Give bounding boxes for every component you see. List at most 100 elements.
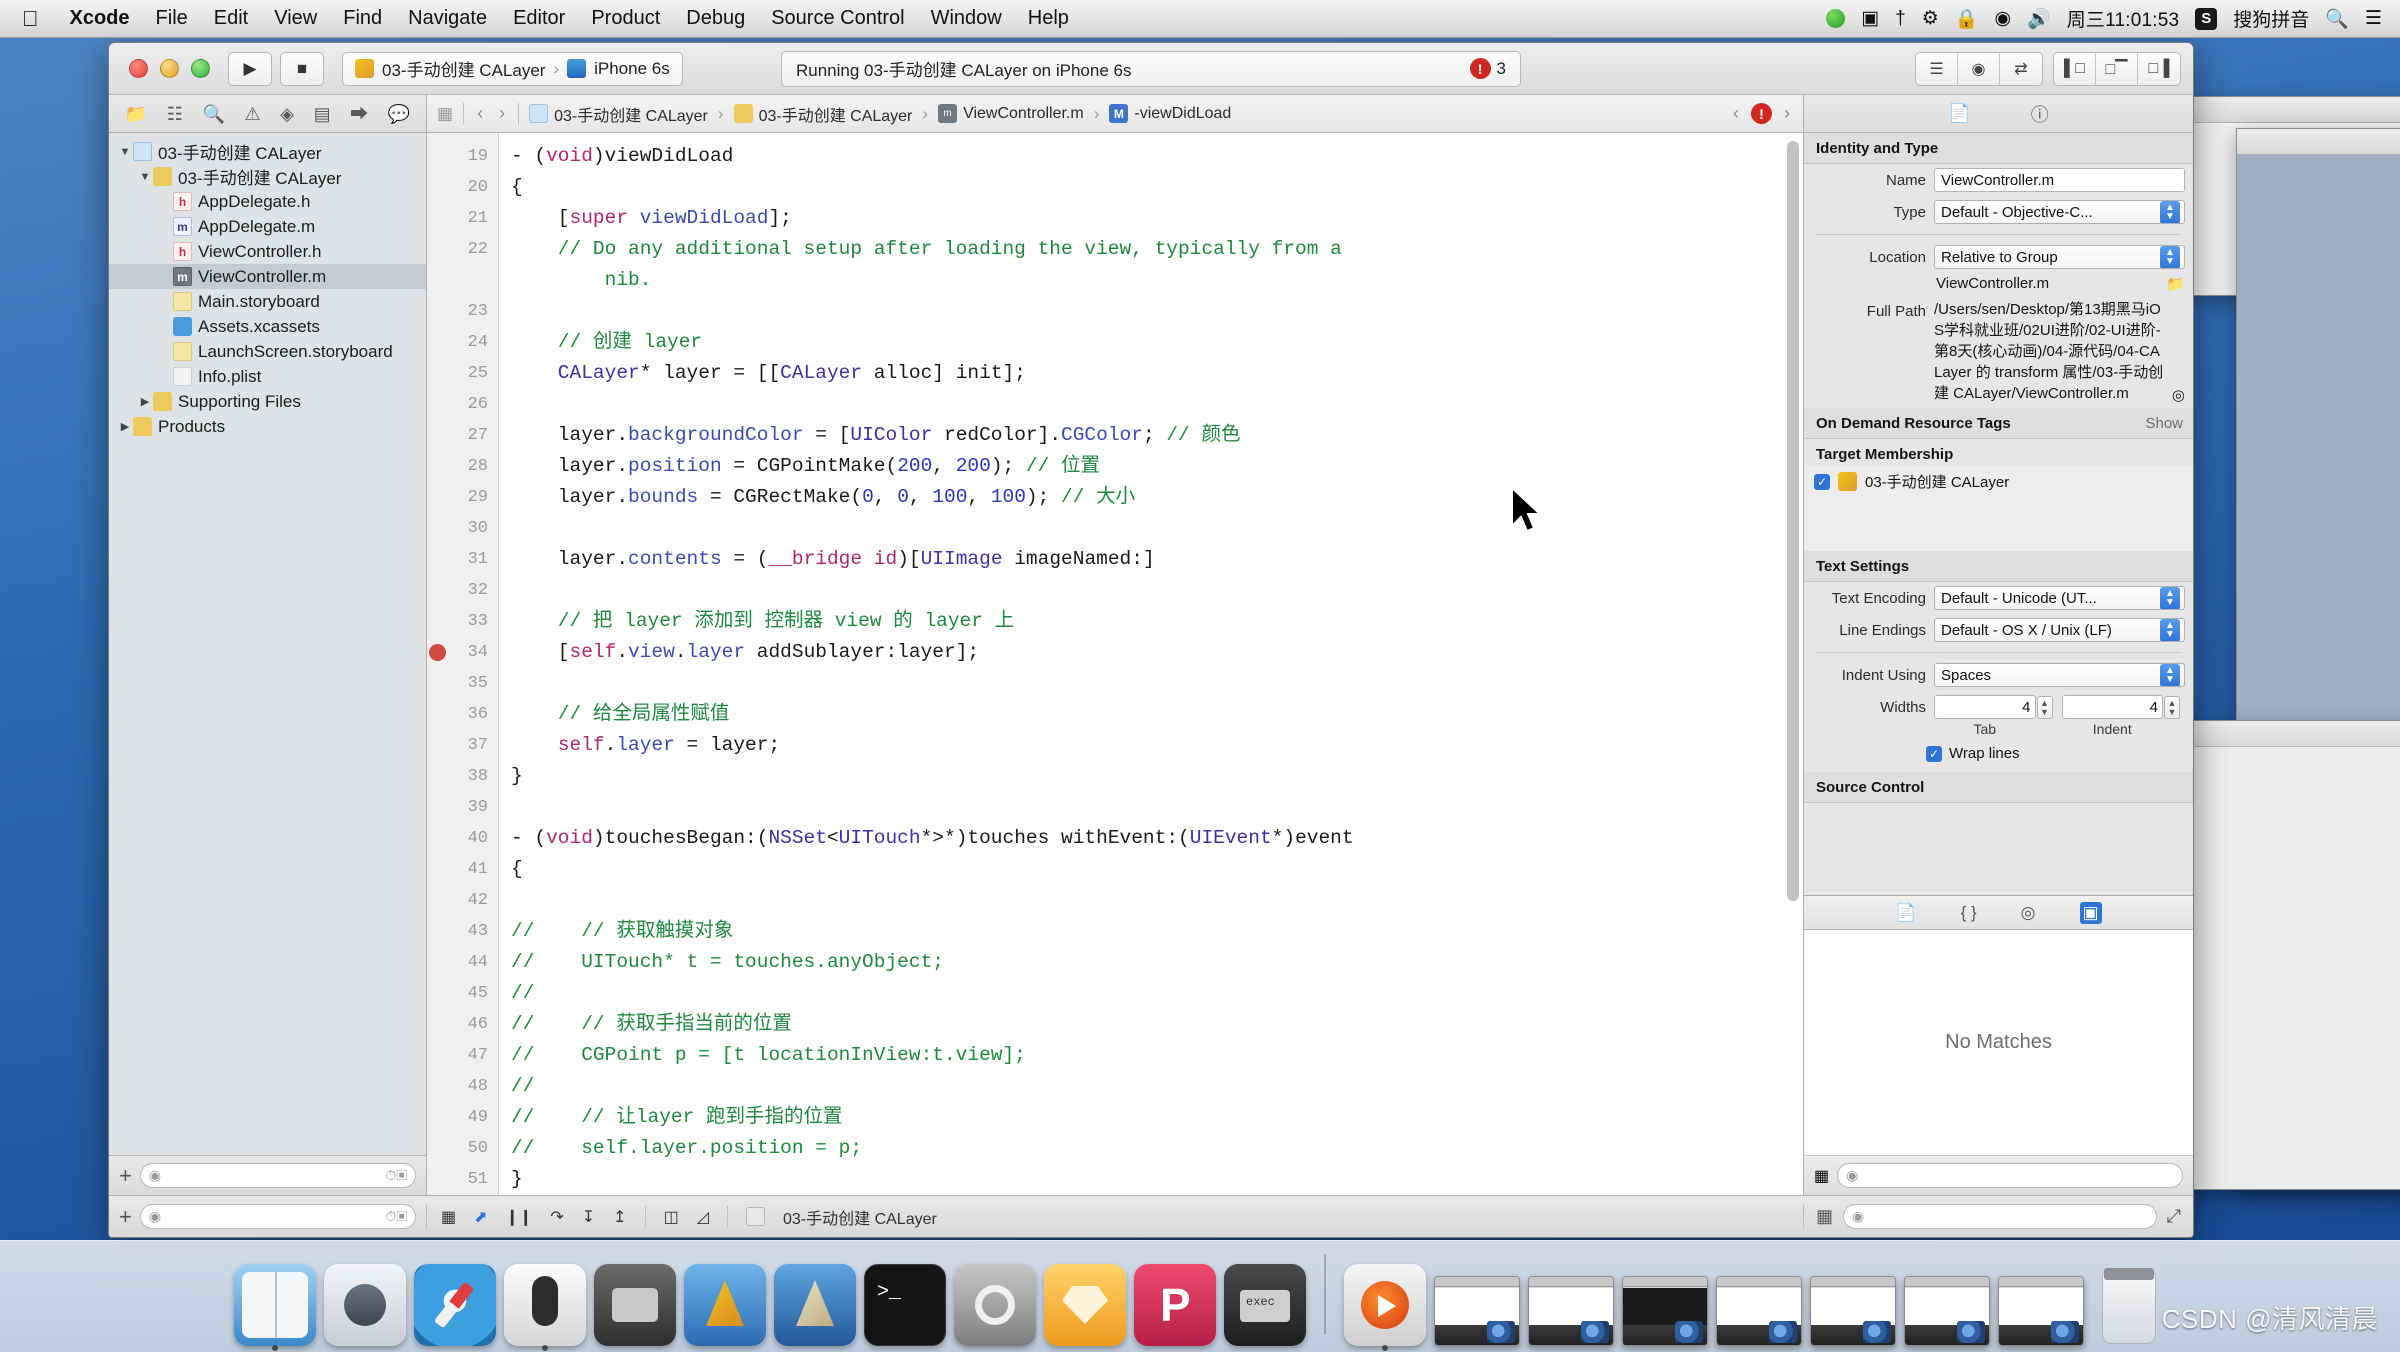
tree-item[interactable]: ▶ Info.plist: [109, 364, 426, 389]
media-player-icon[interactable]: [1344, 1264, 1426, 1351]
filter-options-icon[interactable]: ⏱▣: [385, 1208, 407, 1225]
line-number[interactable]: 32: [427, 575, 498, 606]
code-line[interactable]: nib.: [511, 265, 1803, 296]
spotlight-search-icon[interactable]: 🔍: [2325, 7, 2349, 31]
menu-item-edit[interactable]: Edit: [201, 7, 261, 30]
bottom-filter-input[interactable]: ◉ ⏱▣: [139, 1204, 416, 1229]
system-preferences-icon[interactable]: [954, 1264, 1036, 1346]
version-editor-button[interactable]: ⇄: [2000, 52, 2042, 85]
line-number[interactable]: 46: [427, 1009, 498, 1040]
breadcrumb-method[interactable]: M -viewDidLoad: [1109, 104, 1231, 123]
code-line[interactable]: [511, 575, 1803, 606]
line-number[interactable]: [427, 265, 498, 296]
breadcrumb-project[interactable]: 03-手动创建 CALayer: [529, 102, 708, 126]
previous-issue-button[interactable]: ‹: [1730, 103, 1742, 124]
show-debug-area-button[interactable]: ▦: [441, 1207, 456, 1227]
code-line[interactable]: [511, 296, 1803, 327]
input-method-icon[interactable]: S: [2195, 7, 2218, 30]
line-number[interactable]: 49: [427, 1102, 498, 1133]
code-line[interactable]: [511, 885, 1803, 916]
run-button[interactable]: ▶: [228, 51, 272, 86]
menu-item-debug[interactable]: Debug: [673, 7, 758, 30]
code-line[interactable]: // // 获取触摸对象: [511, 916, 1803, 947]
code-line[interactable]: }: [511, 761, 1803, 792]
tree-item[interactable]: ▶ Assets.xcassets: [109, 314, 426, 339]
code-line[interactable]: [511, 389, 1803, 420]
tree-item[interactable]: ▼ 03-手动创建 CALayer: [109, 139, 426, 164]
code-line[interactable]: [511, 792, 1803, 823]
tab-debug-navigator[interactable]: ▤: [314, 105, 331, 123]
breadcrumb-group[interactable]: 03-手动创建 CALayer: [733, 102, 912, 126]
library-grid-icon[interactable]: ▦: [1814, 1166, 1829, 1186]
tree-item[interactable]: ▶h ViewController.h: [109, 239, 426, 264]
line-number[interactable]: 44: [427, 947, 498, 978]
line-number[interactable]: 41: [427, 854, 498, 885]
wifi-icon[interactable]: ◉: [1994, 7, 2011, 30]
code-line[interactable]: // // 获取手指当前的位置: [511, 1009, 1803, 1040]
tab-object-library[interactable]: ◎: [2021, 903, 2036, 923]
line-number[interactable]: 51: [427, 1164, 498, 1195]
line-number[interactable]: 37: [427, 730, 498, 761]
minimized-window[interactable]: [1716, 1276, 1802, 1346]
line-number-gutter[interactable]: 19 20 21 22 23 24 25 26 27 28 29 30 31 32 33 34 35 36 37 38…: [427, 133, 499, 1195]
line-number[interactable]: 22: [427, 234, 498, 265]
code-line[interactable]: // // 让layer 跑到手指的位置: [511, 1102, 1803, 1133]
next-issue-button[interactable]: ›: [1781, 103, 1793, 124]
project-file-tree[interactable]: ▼03-手动创建 CALayer▼03-手动创建 CALayer▶hAppDel…: [109, 133, 426, 1155]
menu-item-help[interactable]: Help: [1015, 7, 1082, 30]
line-number[interactable]: 43: [427, 916, 498, 947]
target-membership-item[interactable]: ✓ 03-手动创建 CALayer: [1814, 471, 2183, 492]
disclosure-open-icon[interactable]: ▼: [137, 171, 153, 183]
code-line[interactable]: [511, 513, 1803, 544]
terminal-icon[interactable]: >_: [864, 1264, 946, 1346]
wrap-lines-row[interactable]: ✓ Wrap lines: [1804, 737, 2193, 772]
minimized-window[interactable]: [1434, 1276, 1520, 1346]
code-line[interactable]: [self.view.layer addSublayer:layer];: [511, 637, 1803, 668]
tree-item[interactable]: ▶ Supporting Files: [109, 389, 426, 414]
library-filter-input[interactable]: ◉: [1837, 1163, 2183, 1188]
toggle-debug-area-button[interactable]: □▔: [2096, 52, 2138, 85]
code-line[interactable]: CALayer* layer = [[CALayer alloc] init];: [511, 358, 1803, 389]
related-items-icon[interactable]: ▦: [437, 104, 453, 124]
panel-toggle-segmented[interactable]: ▌□ □▔ □▐: [2053, 51, 2181, 86]
disclosure-closed-icon[interactable]: ▶: [117, 420, 133, 433]
line-number[interactable]: 34: [427, 637, 498, 668]
menu-item-xcode[interactable]: Xcode: [57, 7, 143, 30]
continue-pause-button[interactable]: ❙❙: [506, 1207, 533, 1227]
zoom-button[interactable]: [191, 59, 210, 78]
code-line[interactable]: //: [511, 1071, 1803, 1102]
step-over-button[interactable]: ↷: [550, 1207, 563, 1227]
line-number[interactable]: 30: [427, 513, 498, 544]
tab-find-navigator[interactable]: 🔍: [202, 105, 224, 123]
line-number[interactable]: 50: [427, 1133, 498, 1164]
tree-item[interactable]: ▶ LaunchScreen.storyboard: [109, 339, 426, 364]
code-line[interactable]: self.layer = layer;: [511, 730, 1803, 761]
step-into-button[interactable]: ↧: [582, 1207, 595, 1227]
bluetooth-icon[interactable]: ⚙: [1922, 7, 1939, 30]
tree-item[interactable]: ▼ 03-手动创建 CALayer: [109, 164, 426, 189]
tab-media-library[interactable]: ▣: [2079, 901, 2102, 924]
line-number[interactable]: 28: [427, 451, 498, 482]
quicktime-icon[interactable]: [594, 1264, 676, 1346]
add-file-button[interactable]: +: [119, 1163, 132, 1189]
apple-logo-icon[interactable]: : [0, 7, 57, 30]
tab-symbol-navigator[interactable]: ☷: [167, 105, 183, 123]
text-encoding-select[interactable]: Default - Unicode (UT... ▲ ▼: [1934, 586, 2185, 610]
mouse-app-icon[interactable]: [504, 1264, 586, 1351]
sketch-icon[interactable]: [1044, 1264, 1126, 1346]
finder-icon[interactable]: [234, 1264, 316, 1351]
reveal-in-finder-icon[interactable]: ◎: [2172, 386, 2185, 404]
tree-item[interactable]: ▶ Main.storyboard: [109, 289, 426, 314]
indent-using-select[interactable]: Spaces ▲ ▼: [1934, 663, 2185, 687]
name-input[interactable]: ViewController.m: [1934, 168, 2185, 192]
line-number[interactable]: 26: [427, 389, 498, 420]
editor-mode-segmented[interactable]: ☰ ◉ ⇄: [1915, 51, 2043, 86]
screen-recording-icon[interactable]: [1826, 9, 1846, 28]
trash-icon[interactable]: [2092, 1260, 2166, 1346]
code-line[interactable]: }: [511, 1164, 1803, 1195]
activate-breakpoints-button[interactable]: ⬈: [474, 1207, 487, 1227]
tab-breakpoint-navigator[interactable]: ⮕: [350, 105, 368, 123]
line-number[interactable]: 33: [427, 606, 498, 637]
menubar-clock[interactable]: 周三11:01:53: [2067, 5, 2180, 32]
menu-item-navigate[interactable]: Navigate: [395, 7, 500, 30]
